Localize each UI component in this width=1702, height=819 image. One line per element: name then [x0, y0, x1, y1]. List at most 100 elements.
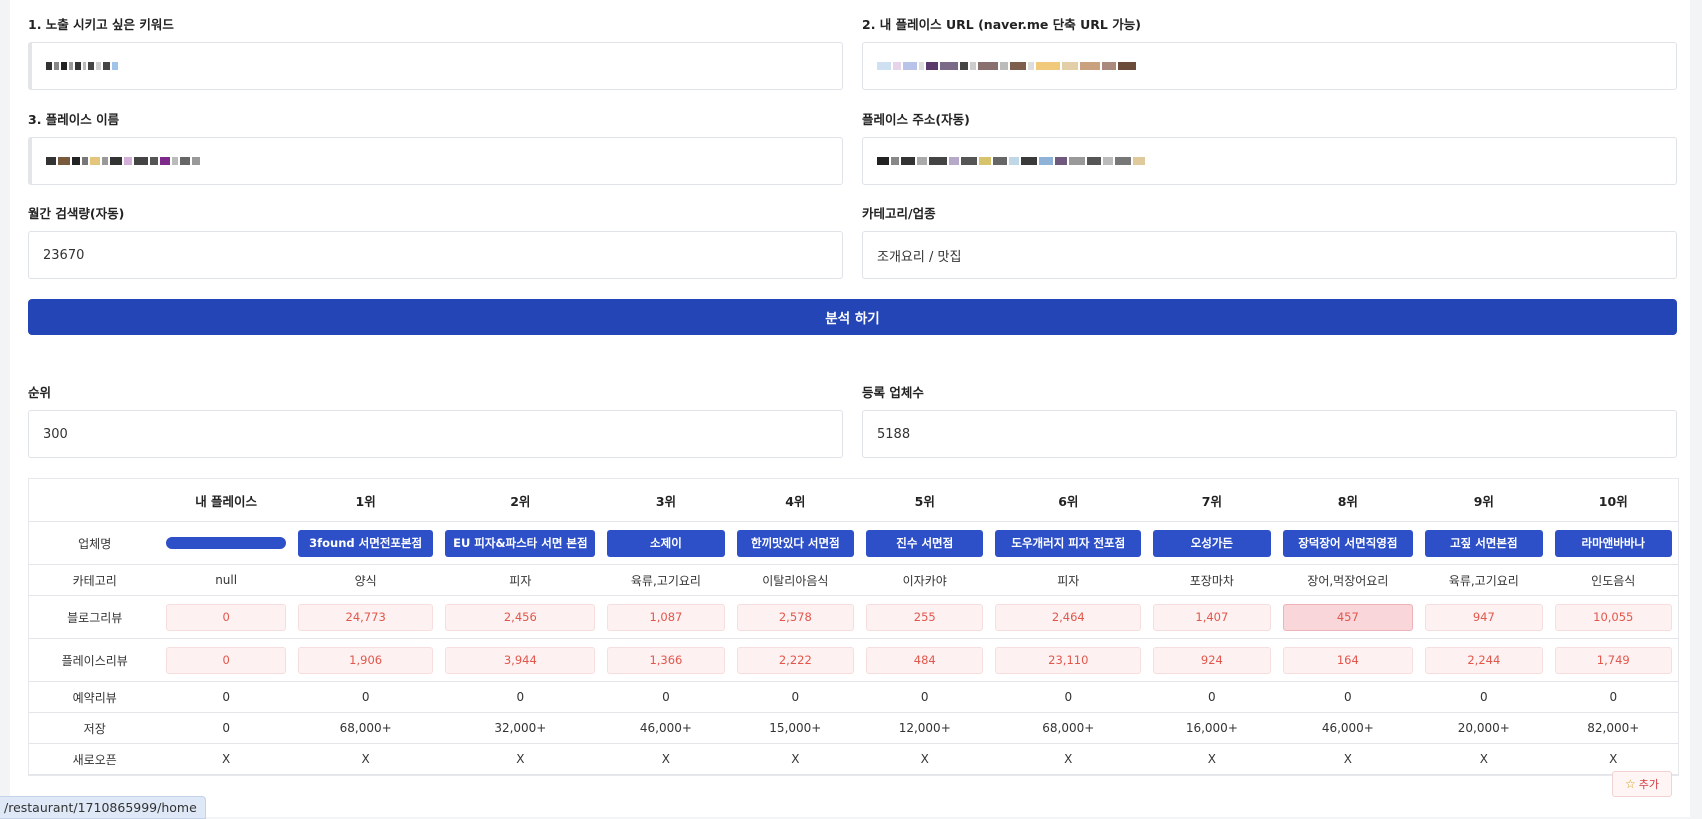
- table-cell: 2,578: [731, 596, 860, 639]
- saves-cell: 46,000+: [639, 721, 692, 735]
- table-cell: 3,944: [439, 639, 601, 682]
- status-bar-url: /restaurant/1710865999/home: [0, 796, 206, 819]
- saves-cell: 68,000+: [339, 721, 392, 735]
- booking-review-cell: 0: [516, 690, 525, 704]
- keyword-input[interactable]: [28, 42, 843, 90]
- redacted-keyword: [46, 60, 118, 72]
- blog-review-value: 1,087: [607, 603, 725, 631]
- business-button[interactable]: 오성가든: [1153, 529, 1271, 557]
- my-place-button[interactable]: [166, 537, 286, 549]
- category-cell: 장어,먹장어요리: [1307, 573, 1389, 588]
- table-cell: 고짚 서면본점: [1419, 522, 1548, 565]
- business-button[interactable]: 도우개러지 피자 전포점: [995, 529, 1142, 557]
- monthly-search-input[interactable]: 23670: [28, 231, 843, 279]
- booking-review-cell: 0: [1609, 690, 1618, 704]
- registered-count-label: 등록 업체수: [862, 385, 924, 400]
- table-row-place-review: 플레이스리뷰 0 1,906 3,944 1,366 2,222 484 23,…: [29, 639, 1678, 682]
- monthly-search-value: 23670: [43, 247, 85, 263]
- table-cell: 라마앤바바나: [1549, 522, 1678, 565]
- add-button[interactable]: ☆ 추가: [1612, 771, 1672, 797]
- new-open-cell: X: [516, 752, 525, 766]
- business-button[interactable]: 라마앤바바나: [1554, 529, 1672, 557]
- row-label: 새로오픈: [72, 752, 117, 767]
- rank-input[interactable]: 300: [28, 410, 843, 458]
- category-cell: 육류,고기요리: [630, 573, 701, 588]
- table-cell: 255: [860, 596, 989, 639]
- booking-review-cell: 0: [1479, 690, 1488, 704]
- place-review-value: 2,222: [736, 646, 855, 674]
- header-cell: 9위: [1419, 479, 1549, 522]
- place-url-input[interactable]: [862, 42, 1677, 90]
- table-cell: 2,456: [439, 596, 601, 639]
- table-row-booking-review: 예약리뷰 0 0 0 0 0 0 0 0 0 0 0: [29, 682, 1678, 713]
- place-review-value: 1,906: [297, 646, 434, 674]
- saves-cell: 15,000+: [769, 721, 822, 735]
- row-label: 카테고리: [72, 573, 117, 588]
- new-open-cell: X: [661, 752, 671, 766]
- category-cell: 인도음식: [1591, 573, 1636, 588]
- table-cell: 1,906: [292, 639, 440, 682]
- table-cell: EU 피자&파스타 서면 본점: [439, 522, 601, 565]
- blog-review-value: 2,456: [445, 603, 596, 631]
- blog-review-value: 2,464: [995, 603, 1142, 631]
- table-cell: 2,464: [989, 596, 1147, 639]
- place-review-value: 484: [866, 646, 984, 674]
- table-cell: 1,087: [601, 596, 730, 639]
- place-address-label: 플레이스 주소(자동): [862, 112, 970, 127]
- category-cell: 포장마차: [1189, 573, 1234, 588]
- table-cell: 457: [1277, 596, 1420, 639]
- place-name-input[interactable]: [28, 137, 843, 185]
- business-button[interactable]: EU 피자&파스타 서면 본점: [445, 529, 596, 557]
- header-cell: 내 플레이스: [160, 479, 292, 522]
- saves-cell: 32,000+: [494, 721, 547, 735]
- monthly-search-field: 월간 검색량(자동) 23670: [28, 205, 843, 279]
- saves-cell: 82,000+: [1587, 721, 1640, 735]
- category-field: 카테고리/업종 조개요리 / 맛집: [862, 205, 1677, 279]
- new-open-cell: X: [1207, 752, 1216, 766]
- category-cell: 피자: [1057, 573, 1080, 588]
- table-cell: 도우개러지 피자 전포점: [989, 522, 1147, 565]
- table-row-new-open: 새로오픈 X X X X X X X X X X X: [29, 744, 1678, 775]
- table-cell: 24,773: [292, 596, 440, 639]
- business-button[interactable]: 고짚 서면본점: [1425, 529, 1543, 557]
- booking-review-cell: 0: [361, 690, 370, 704]
- category-input[interactable]: 조개요리 / 맛집: [862, 231, 1677, 279]
- registered-count-field: 등록 업체수 5188: [862, 384, 1677, 458]
- category-label: 카테고리/업종: [862, 206, 936, 221]
- header-cell: 4위: [730, 479, 861, 522]
- redacted-place-name: [46, 155, 200, 167]
- business-button[interactable]: 소제이: [607, 529, 725, 557]
- new-open-cell: X: [1609, 752, 1618, 766]
- table-row-category: 카테고리 null 양식 피자 육류,고기요리 이탈리아음식 이자카야 피자 포…: [29, 565, 1678, 596]
- header-cell: 1위: [291, 479, 440, 522]
- booking-review-cell: 0: [222, 690, 230, 704]
- redacted-address: [877, 155, 1145, 167]
- redacted-url: [877, 60, 1136, 72]
- place-address-input[interactable]: [862, 137, 1677, 185]
- saves-cell: 20,000+: [1457, 721, 1510, 735]
- analyze-button[interactable]: 분석 하기: [28, 299, 1677, 335]
- business-button[interactable]: 장덕장어 서면직영점: [1282, 529, 1414, 557]
- header-cell: 7위: [1147, 479, 1277, 522]
- registered-count-input[interactable]: 5188: [862, 410, 1677, 458]
- blog-review-value: 1,407: [1153, 603, 1271, 631]
- row-label: 블로그리뷰: [67, 610, 123, 625]
- place-review-value: 1,366: [607, 646, 725, 674]
- business-button[interactable]: 진수 서면점: [866, 529, 984, 557]
- rank-value: 300: [43, 426, 68, 442]
- place-name-label: 3. 플레이스 이름: [28, 112, 120, 127]
- new-open-cell: X: [1479, 752, 1488, 766]
- new-open-cell: X: [361, 752, 370, 766]
- row-label: 플레이스리뷰: [61, 653, 128, 668]
- table-cell: 3found 서면전포본점: [292, 522, 440, 565]
- saves-cell: 68,000+: [1042, 721, 1095, 735]
- keyword-label: 1. 노출 시키고 싶은 키워드: [28, 17, 174, 32]
- header-cell: 2위: [439, 479, 602, 522]
- business-button[interactable]: 3found 서면전포본점: [297, 529, 434, 557]
- star-icon: ☆: [1624, 777, 1636, 791]
- row-label: 저장: [83, 721, 106, 736]
- place-address-field: 플레이스 주소(자동): [862, 111, 1677, 185]
- category-cell: 양식: [354, 573, 377, 588]
- business-button[interactable]: 한끼맛있다 서면점: [736, 529, 855, 557]
- place-review-value: 2,244: [1425, 646, 1543, 674]
